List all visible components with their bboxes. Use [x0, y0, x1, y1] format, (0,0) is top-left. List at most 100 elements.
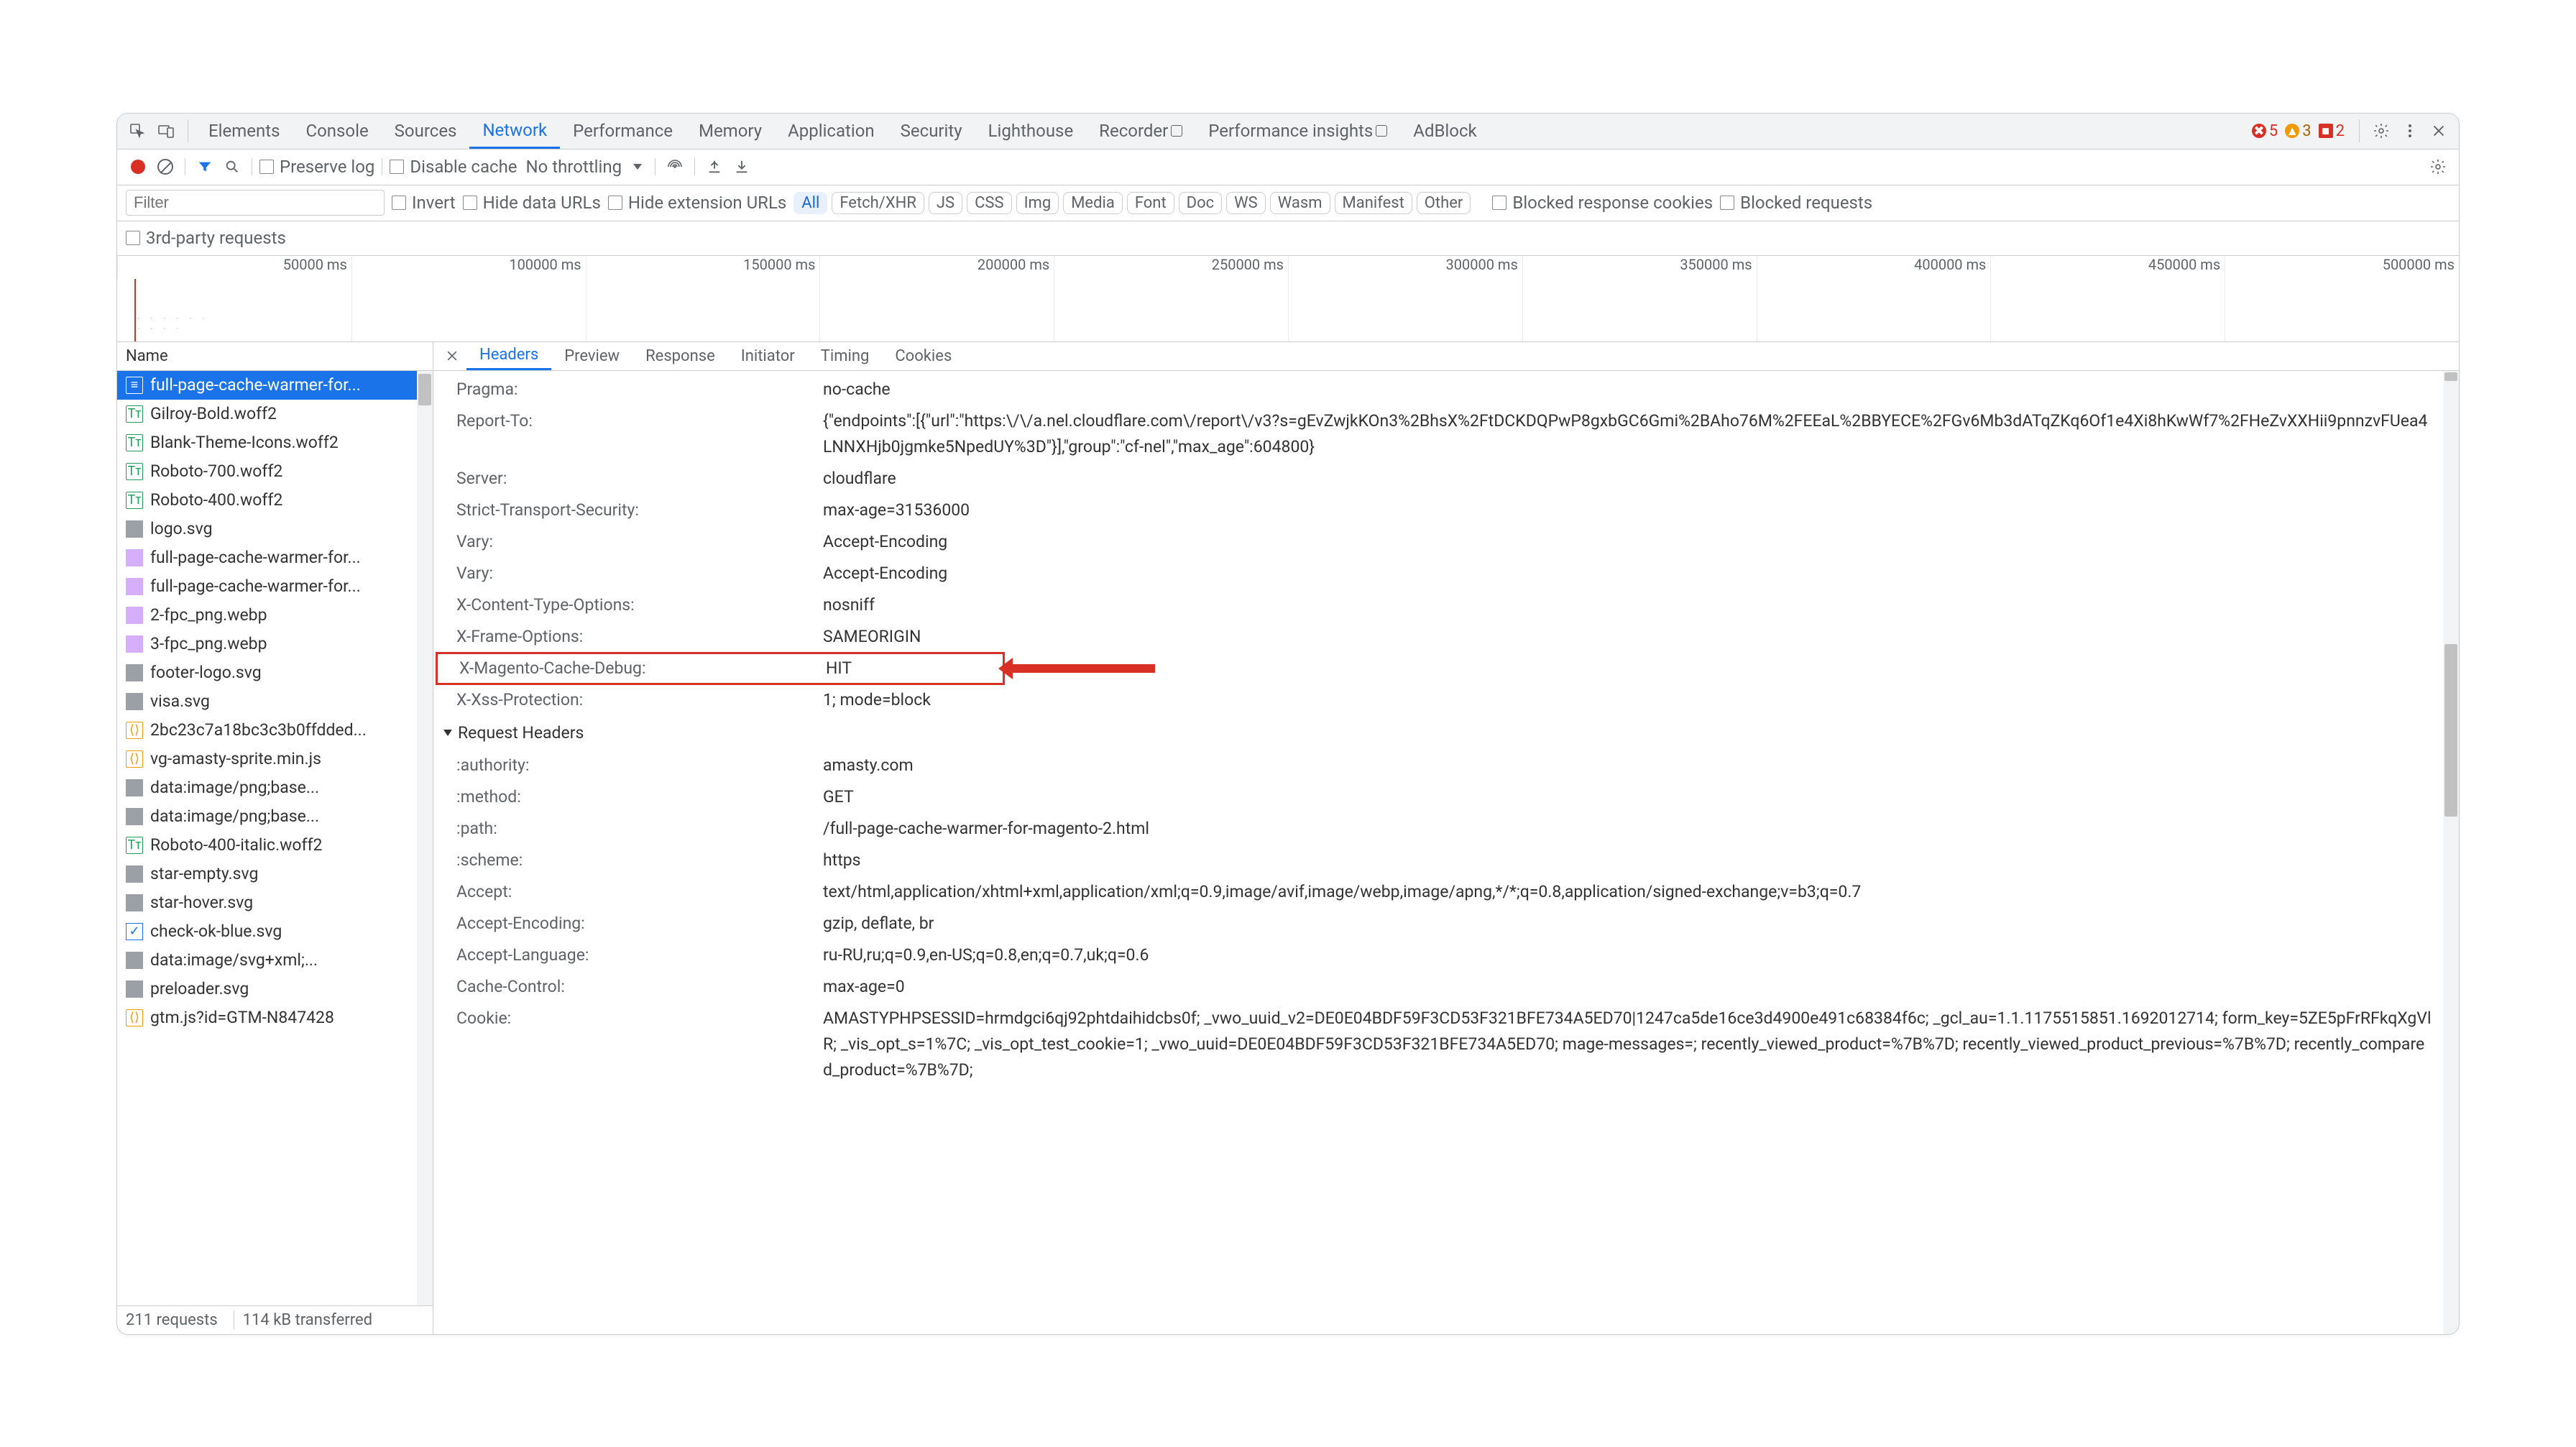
chk-type-icon: ✓	[126, 923, 143, 940]
request-name: Blank-Theme-Icons.woff2	[150, 433, 339, 452]
request-list-header[interactable]: Name	[117, 342, 433, 371]
request-row[interactable]: ✓check-ok-blue.svg	[117, 917, 433, 946]
request-row[interactable]: 3-fpc_png.webp	[117, 630, 433, 658]
export-har-icon[interactable]	[730, 155, 754, 179]
detail-tab-response[interactable]: Response	[632, 342, 728, 370]
request-row[interactable]: logo.svg	[117, 515, 433, 543]
tab-application[interactable]: Application	[775, 114, 888, 149]
request-row[interactable]: Tᴛ Blank-Theme-Icons.woff2	[117, 428, 433, 457]
invert-checkbox[interactable]: Invert	[392, 193, 456, 213]
network-conditions-icon[interactable]	[663, 155, 687, 179]
imgc-type-icon	[126, 549, 143, 566]
request-row[interactable]: star-hover.svg	[117, 888, 433, 917]
tab-lighthouse[interactable]: Lighthouse	[975, 114, 1087, 149]
filter-pill-wasm[interactable]: Wasm	[1270, 192, 1330, 214]
filter-pill-media[interactable]: Media	[1063, 192, 1123, 214]
request-row[interactable]: ⟨⟩gtm.js?id=GTM-N847428	[117, 1003, 433, 1032]
filter-pill-js[interactable]: JS	[929, 192, 962, 214]
import-har-icon[interactable]	[702, 155, 727, 179]
request-row[interactable]: TᴛRoboto-400-italic.woff2	[117, 831, 433, 860]
kebab-menu-icon[interactable]	[2396, 116, 2424, 145]
request-headers-section[interactable]: Request Headers	[433, 716, 2459, 750]
request-row[interactable]: ≡full-page-cache-warmer-for...	[117, 371, 433, 400]
request-row[interactable]: TᴛRoboto-400.woff2	[117, 486, 433, 515]
tab-adblock[interactable]: AdBlock	[1400, 114, 1489, 149]
detail-tab-initiator[interactable]: Initiator	[728, 342, 808, 370]
request-row[interactable]: data:image/png;base...	[117, 802, 433, 831]
issues-badge[interactable]: ■2	[2319, 122, 2345, 140]
tab-sources[interactable]: Sources	[382, 114, 470, 149]
request-row[interactable]: data:image/svg+xml;...	[117, 946, 433, 975]
blocked-cookies-checkbox[interactable]: Blocked response cookies	[1492, 193, 1713, 213]
error-badge[interactable]: ✖5	[2252, 122, 2278, 140]
request-row[interactable]: footer-logo.svg	[117, 658, 433, 687]
tab-security[interactable]: Security	[888, 114, 975, 149]
img-type-icon	[126, 980, 143, 998]
header-value: GET	[823, 784, 2450, 810]
filter-pill-css[interactable]: CSS	[967, 192, 1011, 214]
request-row[interactable]: ⟨⟩2bc23c7a18bc3c3b0ffdded...	[117, 716, 433, 745]
network-settings-icon[interactable]	[2426, 155, 2450, 179]
request-row[interactable]: full-page-cache-warmer-for...	[117, 543, 433, 572]
font-type-icon: Tᴛ	[126, 434, 143, 451]
filter-pill-doc[interactable]: Doc	[1179, 192, 1223, 214]
timeline-overview[interactable]: 50000 ms100000 ms150000 ms200000 ms25000…	[117, 256, 2459, 342]
request-list-scrollbar[interactable]	[417, 371, 433, 1305]
request-name: full-page-cache-warmer-for...	[150, 375, 361, 395]
filter-input[interactable]	[126, 190, 385, 216]
filter-pill-font[interactable]: Font	[1127, 192, 1174, 214]
request-row[interactable]: full-page-cache-warmer-for...	[117, 572, 433, 601]
detail-scrollbar[interactable]	[2443, 371, 2459, 1334]
request-row[interactable]: data:image/png;base...	[117, 773, 433, 802]
third-party-checkbox[interactable]: 3rd-party requests	[126, 228, 286, 248]
clear-button[interactable]	[153, 155, 178, 179]
request-row[interactable]: 2-fpc_png.webp	[117, 601, 433, 630]
request-row[interactable]: star-empty.svg	[117, 860, 433, 888]
header-row: Server:cloudflare	[433, 463, 2459, 495]
tab-network[interactable]: Network	[469, 114, 560, 149]
disable-cache-checkbox[interactable]: Disable cache	[390, 157, 517, 177]
filter-pill-all[interactable]: All	[794, 192, 827, 214]
filter-pill-other[interactable]: Other	[1417, 192, 1471, 214]
request-row[interactable]: preloader.svg	[117, 975, 433, 1003]
inspect-icon[interactable]	[123, 116, 152, 145]
filter-pill-ws[interactable]: WS	[1226, 192, 1266, 214]
header-key: :method:	[442, 784, 823, 810]
detail-tab-timing[interactable]: Timing	[808, 342, 883, 370]
tab-elements[interactable]: Elements	[196, 114, 293, 149]
request-row[interactable]: ⟨⟩vg-amasty-sprite.min.js	[117, 745, 433, 773]
request-row[interactable]: visa.svg	[117, 687, 433, 716]
tab-recorder[interactable]: Recorder	[1086, 114, 1195, 149]
status-bar: 211 requests 114 kB transferred	[117, 1305, 433, 1334]
record-button[interactable]	[126, 155, 150, 179]
filter-pill-fetch-xhr[interactable]: Fetch/XHR	[832, 192, 924, 214]
filter-pill-img[interactable]: Img	[1016, 192, 1059, 214]
tab-console[interactable]: Console	[293, 114, 381, 149]
request-row[interactable]: TᴛRoboto-700.woff2	[117, 457, 433, 486]
preserve-log-checkbox[interactable]: Preserve log	[259, 157, 374, 177]
tab-performance[interactable]: Performance	[560, 114, 686, 149]
request-row[interactable]: TᴛGilroy-Bold.woff2	[117, 400, 433, 428]
tab-performance-insights[interactable]: Performance insights	[1195, 114, 1400, 149]
request-name: logo.svg	[150, 519, 213, 538]
device-toggle-icon[interactable]	[152, 116, 180, 145]
detail-tab-preview[interactable]: Preview	[551, 342, 632, 370]
timeline-tick: 450000 ms	[1990, 256, 2225, 279]
close-devtools-icon[interactable]	[2424, 116, 2453, 145]
blocked-requests-checkbox[interactable]: Blocked requests	[1720, 193, 1872, 213]
throttling-select[interactable]: No throttling	[520, 157, 648, 177]
detail-tab-headers[interactable]: Headers	[466, 342, 551, 370]
timeline-tick: 100000 ms	[351, 256, 586, 279]
request-name: 3-fpc_png.webp	[150, 634, 267, 653]
search-icon[interactable]	[220, 155, 244, 179]
imgc-type-icon	[126, 578, 143, 595]
warning-badge[interactable]: ▲3	[2285, 122, 2311, 140]
tab-memory[interactable]: Memory	[686, 114, 775, 149]
filter-pill-manifest[interactable]: Manifest	[1335, 192, 1412, 214]
detail-tab-cookies[interactable]: Cookies	[882, 342, 965, 370]
filter-toggle-icon[interactable]	[193, 155, 217, 179]
settings-icon[interactable]	[2367, 116, 2396, 145]
close-detail-icon[interactable]	[438, 349, 466, 363]
hide-ext-urls-checkbox[interactable]: Hide extension URLs	[608, 193, 786, 213]
hide-data-urls-checkbox[interactable]: Hide data URLs	[463, 193, 601, 213]
